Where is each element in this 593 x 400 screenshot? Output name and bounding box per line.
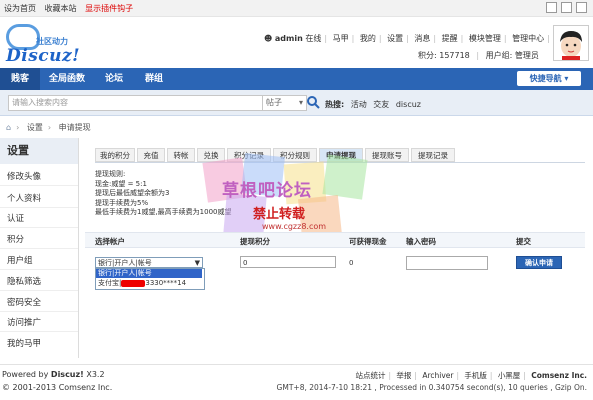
- nav-global-functions[interactable]: 全局函数: [40, 68, 94, 90]
- chevron-down-icon: ▾: [564, 74, 569, 83]
- footer-divider: [0, 364, 593, 365]
- search-button[interactable]: [306, 94, 320, 110]
- account-dropdown: 银行|开户人|帐号 支付宝| 3330****14: [95, 268, 205, 290]
- sidebar-item-promotion[interactable]: 访问推广: [7, 316, 41, 328]
- footer-link-blacklist[interactable]: 小黑屋: [498, 371, 521, 380]
- nav-jianke[interactable]: 贱客: [0, 68, 40, 90]
- usergroup-link[interactable]: 用户组: 管理员: [486, 51, 539, 60]
- site-logo[interactable]: Discuz!: [6, 46, 80, 66]
- hot-search-label: 热搜:: [325, 100, 345, 109]
- breadcrumb-current: 申请提现: [58, 123, 91, 132]
- menu-majia[interactable]: 马甲: [333, 34, 349, 43]
- powered-by: Powered by Discuz! X3.2: [2, 370, 105, 379]
- sidebar-item-majia[interactable]: 我的马甲: [7, 337, 41, 349]
- top-bar: 设为首页 收藏本站 显示插件钩子: [0, 0, 593, 17]
- hot-term[interactable]: discuz: [396, 100, 421, 109]
- menu-module-admin[interactable]: 模块管理: [469, 34, 501, 43]
- discuz-link[interactable]: Discuz!: [51, 370, 84, 379]
- sidebar-title: 设置: [0, 138, 78, 164]
- switch-width-icon[interactable]: [546, 2, 557, 13]
- breadcrumb: ⌂ › 设置 › 申请提现: [6, 123, 91, 132]
- points-link[interactable]: 积分: 157718: [418, 51, 470, 60]
- watermark-url: www.cgzz8.com: [262, 222, 327, 231]
- account-option[interactable]: 银行|开户人|帐号: [96, 269, 202, 278]
- watermark-title: 草根吧论坛: [222, 181, 312, 201]
- show-hooks-link[interactable]: 显示插件钩子: [85, 4, 133, 13]
- sidebar-item-password[interactable]: 密码安全: [7, 296, 41, 308]
- user-icon: ☻: [264, 34, 273, 43]
- password-field[interactable]: [406, 256, 488, 270]
- user-menu: ☻ admin 在线 | 马甲 | 我的 | 设置 | 消息 | 提醒 | 模块管理 | 管理…: [264, 33, 571, 44]
- nav-forum[interactable]: 论坛: [94, 68, 134, 90]
- avatar[interactable]: [553, 25, 589, 61]
- hot-term[interactable]: 活动: [351, 100, 367, 109]
- breadcrumb-settings[interactable]: 设置: [27, 123, 43, 132]
- nav-groups[interactable]: 群组: [134, 68, 174, 90]
- menu-my[interactable]: 我的: [360, 34, 376, 43]
- avatar-icon: [554, 26, 588, 60]
- sidebar-item-verify[interactable]: 认证: [7, 212, 24, 224]
- set-homepage-link[interactable]: 设为首页: [4, 4, 36, 13]
- footer-debug: GMT+8, 2014-7-10 18:21 , Processed in 0.…: [276, 383, 587, 392]
- sidebar-item-profile[interactable]: 个人资料: [7, 192, 41, 204]
- form-header-row: [85, 232, 585, 248]
- footer-link-archiver[interactable]: Archiver: [422, 371, 453, 380]
- search-input[interactable]: 请输入搜索内容: [8, 95, 263, 111]
- search-icon: [307, 96, 320, 109]
- window-icons: [542, 2, 587, 13]
- submit-withdraw-button[interactable]: 确认申请: [516, 256, 562, 269]
- available-cash: 0: [349, 259, 354, 267]
- footer-link-mobile[interactable]: 手机版: [464, 371, 487, 380]
- search-type-select[interactable]: 帖子 ▾: [262, 95, 307, 111]
- header-amount: 提现积分: [240, 237, 270, 246]
- menu-reminders[interactable]: 提醒: [442, 34, 458, 43]
- amount-input[interactable]: 0: [240, 256, 336, 268]
- tab-my-credits[interactable]: 我的积分: [95, 148, 135, 162]
- copyright: © 2001-2013 Comsenz Inc.: [2, 383, 113, 392]
- menu-settings[interactable]: 设置: [387, 34, 403, 43]
- redaction-mark: [121, 279, 146, 287]
- sidebar-item-usergroup[interactable]: 用户组: [7, 254, 33, 266]
- footer-company[interactable]: Comsenz Inc.: [531, 371, 587, 380]
- sidebar-item-privacy[interactable]: 隐私筛选: [7, 275, 41, 287]
- user-stats: 积分: 157718 | 用户组: 管理员: [418, 51, 539, 60]
- header-password: 输入密码: [406, 237, 436, 246]
- top-links: 设为首页 收藏本站 显示插件钩子: [4, 3, 139, 14]
- quick-nav-button[interactable]: 快捷导航 ▾: [517, 71, 581, 86]
- menu-admin-center[interactable]: 管理中心: [512, 34, 544, 43]
- header-available: 可获得现金: [349, 237, 387, 246]
- footer-link-report[interactable]: 举报: [396, 371, 411, 380]
- account-option[interactable]: 支付宝| 3330****14: [96, 279, 202, 288]
- bookmark-link[interactable]: 收藏本站: [45, 4, 77, 13]
- watermark-subtitle: 禁止转载: [253, 207, 306, 222]
- account-select[interactable]: 银行|开户人|帐号 ▼: [95, 257, 203, 268]
- footer-links: 站点统计 | 举报 | Archiver | 手机版 | 小黑屋 | Comsenz In…: [355, 371, 587, 380]
- username-link[interactable]: admin: [275, 34, 303, 43]
- tab-transfer[interactable]: 转帐: [167, 148, 195, 162]
- hot-search: 热搜: 活动 交友 discuz: [325, 99, 421, 110]
- main-nav: 贱客 全局函数 论坛 群组: [0, 68, 593, 90]
- tab-recharge[interactable]: 充值: [137, 148, 165, 162]
- menu-messages[interactable]: 消息: [414, 34, 430, 43]
- sidebar-item-avatar[interactable]: 修改头像: [7, 170, 41, 182]
- tab-withdraw-log[interactable]: 提现记录: [411, 148, 455, 162]
- header-account: 选择帐户: [95, 237, 125, 246]
- footer-link-stats[interactable]: 站点统计: [355, 371, 385, 380]
- refresh-icon[interactable]: [561, 2, 572, 13]
- online-status[interactable]: 在线: [305, 34, 321, 43]
- header-submit: 提交: [516, 237, 531, 246]
- hot-term[interactable]: 交友: [373, 100, 389, 109]
- sidebar: 设置 修改头像 个人资料 认证 积分 用户组 隐私筛选 密码安全 访问推广 我的…: [0, 138, 79, 358]
- home-icon[interactable]: ⌂: [6, 123, 11, 132]
- sidebar-item-credits[interactable]: 积分: [7, 233, 24, 245]
- close-icon[interactable]: [576, 2, 587, 13]
